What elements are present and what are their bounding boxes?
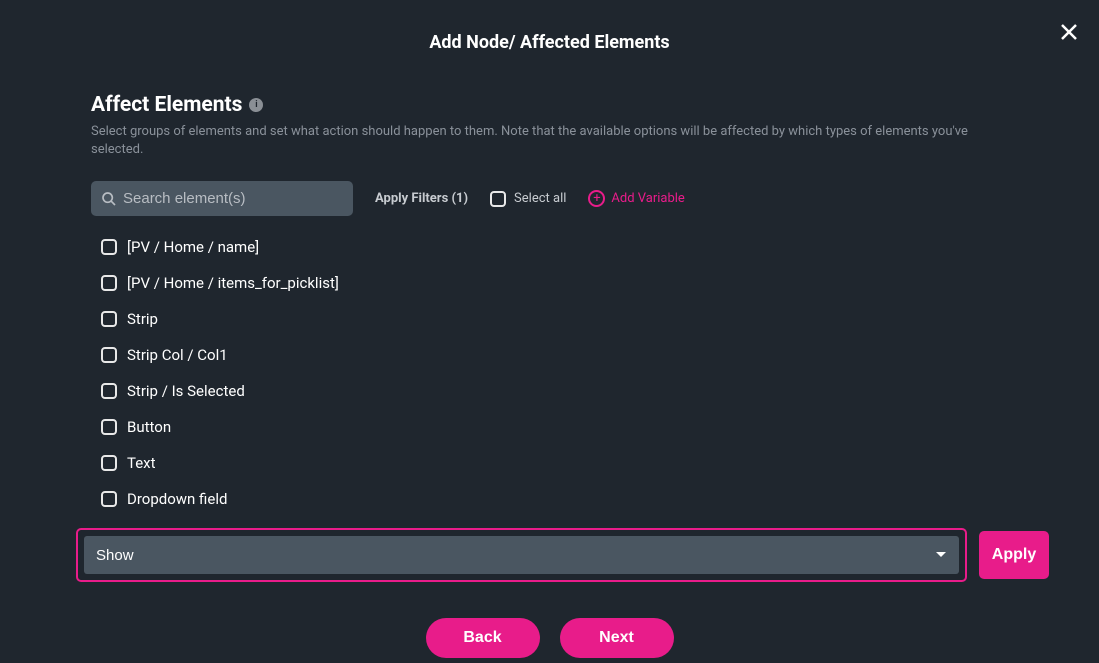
element-label: Dropdown field bbox=[127, 490, 227, 508]
element-label: Strip Col / Col1 bbox=[127, 346, 228, 364]
search-icon bbox=[101, 191, 117, 207]
modal-title: Add Node/ Affected Elements bbox=[0, 0, 1099, 53]
action-select[interactable]: Show bbox=[84, 536, 959, 574]
select-all-checkbox[interactable]: Select all bbox=[490, 191, 566, 207]
action-row: Show Apply bbox=[0, 528, 1099, 582]
element-label: Strip / Is Selected bbox=[127, 382, 245, 400]
search-box[interactable] bbox=[91, 181, 353, 216]
element-item[interactable]: Button bbox=[101, 418, 1011, 436]
checkbox-icon bbox=[490, 191, 506, 207]
element-label: [PV / Home / items_for_picklist] bbox=[127, 274, 339, 292]
checkbox-icon bbox=[101, 455, 117, 471]
section-title-row: Affect Elements i bbox=[91, 93, 1011, 117]
element-label: Button bbox=[127, 418, 171, 436]
action-select-highlight: Show bbox=[76, 528, 967, 582]
add-variable-button[interactable]: + Add Variable bbox=[588, 190, 684, 207]
element-list: [PV / Home / name] [PV / Home / items_fo… bbox=[91, 238, 1011, 508]
element-item[interactable]: [PV / Home / name] bbox=[101, 238, 1011, 256]
footer-buttons: Back Next bbox=[0, 618, 1099, 658]
element-item[interactable]: Strip bbox=[101, 310, 1011, 328]
checkbox-icon bbox=[101, 419, 117, 435]
filter-row: Apply Filters (1) Select all + Add Varia… bbox=[91, 181, 1011, 216]
section-description: Select groups of elements and set what a… bbox=[91, 123, 1011, 159]
back-button[interactable]: Back bbox=[426, 618, 540, 658]
checkbox-icon bbox=[101, 275, 117, 291]
modal-container: Add Node/ Affected Elements Affect Eleme… bbox=[0, 0, 1099, 663]
select-all-label: Select all bbox=[514, 191, 566, 206]
element-label: Text bbox=[127, 454, 156, 472]
checkbox-icon bbox=[101, 491, 117, 507]
close-icon bbox=[1060, 23, 1078, 41]
close-button[interactable] bbox=[1057, 20, 1081, 44]
checkbox-icon bbox=[101, 383, 117, 399]
apply-button[interactable]: Apply bbox=[979, 531, 1049, 579]
checkbox-icon bbox=[101, 311, 117, 327]
info-icon[interactable]: i bbox=[249, 98, 263, 112]
element-item[interactable]: Strip / Is Selected bbox=[101, 382, 1011, 400]
modal-content: Affect Elements i Select groups of eleme… bbox=[0, 53, 1099, 508]
element-label: Strip bbox=[127, 310, 158, 328]
element-item[interactable]: Dropdown field bbox=[101, 490, 1011, 508]
search-input[interactable] bbox=[123, 190, 343, 207]
section-title: Affect Elements bbox=[91, 93, 242, 117]
checkbox-icon bbox=[101, 239, 117, 255]
checkbox-icon bbox=[101, 347, 117, 363]
element-item[interactable]: Strip Col / Col1 bbox=[101, 346, 1011, 364]
plus-circle-icon: + bbox=[588, 190, 605, 207]
element-label: [PV / Home / name] bbox=[127, 238, 259, 256]
next-button[interactable]: Next bbox=[560, 618, 674, 658]
element-item[interactable]: Text bbox=[101, 454, 1011, 472]
apply-filters-button[interactable]: Apply Filters (1) bbox=[375, 191, 468, 206]
add-variable-label: Add Variable bbox=[611, 191, 684, 206]
element-item[interactable]: [PV / Home / items_for_picklist] bbox=[101, 274, 1011, 292]
